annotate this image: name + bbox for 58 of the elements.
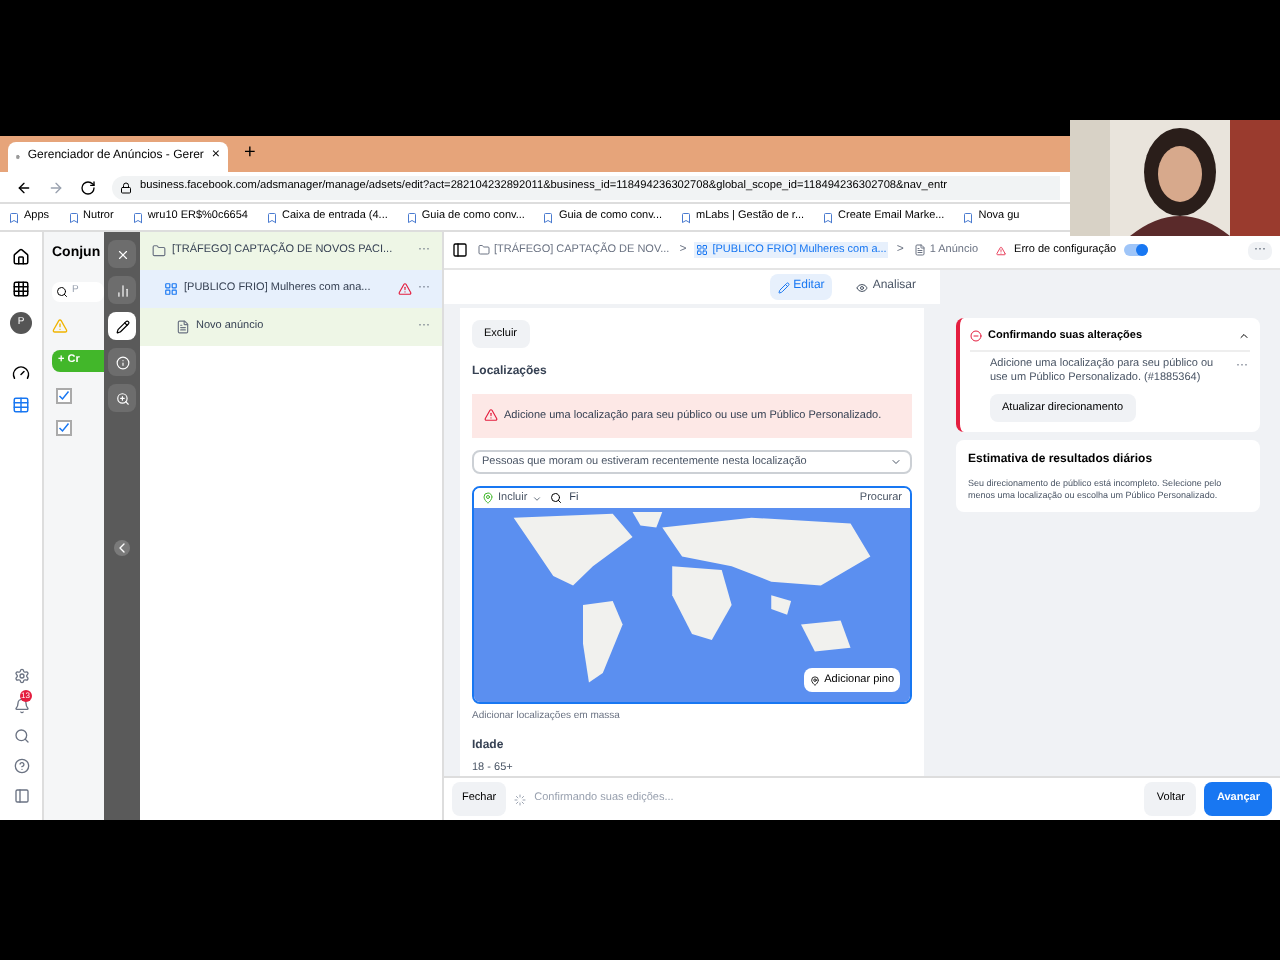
close-tool[interactable] [108,240,136,268]
notifications-icon[interactable] [13,698,29,714]
chart-icon [115,283,129,297]
pencil-icon [777,281,790,293]
warning-icon [484,408,498,423]
bookmark-icon [680,211,693,223]
bookmark-icon [405,211,418,223]
eye-icon [856,281,869,293]
chart-tool[interactable] [108,276,136,304]
toggle-switch[interactable] [1124,244,1149,256]
bookmark-icon [822,211,835,223]
bookmark-icon [67,211,80,223]
spinner-icon [514,793,527,805]
caret-icon [890,455,902,468]
help-icon[interactable] [13,758,29,774]
caret-icon [531,493,542,504]
bookmark-icon [8,211,20,223]
search-icon [56,285,68,297]
warning-icon [996,245,1007,255]
close-icon [115,247,129,261]
grid-icon[interactable] [12,280,30,298]
gauge-icon[interactable] [12,364,30,382]
bookmark-icon [131,211,144,223]
info-icon [115,355,129,369]
back-icon[interactable] [16,179,32,195]
lock-icon [120,181,132,193]
document-icon [176,320,190,334]
grid-icon [696,244,709,256]
bookmark-icon [265,211,278,223]
pin-icon [482,492,494,505]
new-tab-button[interactable]: + [244,144,256,164]
error-icon [970,330,982,343]
edit-icon [115,319,129,333]
warning-icon [52,317,68,333]
document-icon [913,244,926,256]
sidebar-toggle-icon[interactable] [452,242,468,258]
bookmark-icon [962,211,975,223]
edit-tool[interactable] [108,312,136,340]
home-icon[interactable] [12,248,30,266]
folder-icon [478,244,490,256]
table-icon[interactable] [12,396,30,414]
grid-icon [164,282,178,296]
search-icon [549,492,562,505]
reload-icon[interactable] [80,179,96,195]
info-tool[interactable] [108,348,136,376]
folder-icon [152,244,166,258]
row-checkbox[interactable] [56,419,72,435]
collapse-icon[interactable] [1238,330,1250,343]
settings-icon[interactable] [13,668,29,684]
bookmark-icon [542,211,555,223]
zoom-icon [115,391,129,405]
search-icon[interactable] [13,728,29,744]
forward-icon[interactable] [48,179,64,195]
row-checkbox[interactable] [56,387,72,403]
collapse-icon[interactable] [114,540,130,556]
pin-icon [810,675,821,686]
zoom-tool[interactable] [108,384,136,412]
panel-icon[interactable] [13,788,29,804]
